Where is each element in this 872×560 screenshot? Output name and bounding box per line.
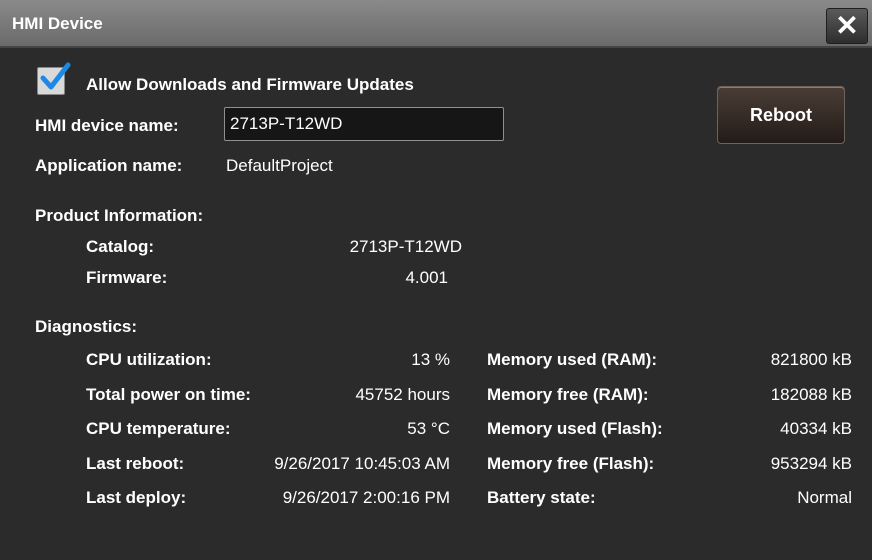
power-on-time-label: Total power on time: bbox=[86, 385, 251, 404]
cpu-utilization-value: 13 % bbox=[411, 350, 450, 369]
memory-used-flash-value: 40334 kB bbox=[780, 419, 852, 438]
battery-state-label: Battery state: bbox=[487, 488, 596, 507]
device-name-label: HMI device name: bbox=[35, 116, 179, 135]
allow-updates-checkbox[interactable] bbox=[37, 62, 71, 95]
memory-free-flash-value: 953294 kB bbox=[770, 454, 852, 473]
close-icon: ✕ bbox=[835, 10, 859, 41]
cpu-utilization-label: CPU utilization: bbox=[86, 350, 212, 369]
application-name-value: DefaultProject bbox=[226, 156, 333, 175]
memory-free-ram-value: 182088 kB bbox=[770, 385, 852, 404]
close-button[interactable]: ✕ bbox=[826, 8, 868, 44]
allow-updates-label: Allow Downloads and Firmware Updates bbox=[86, 75, 414, 94]
last-deploy-value: 9/26/2017 2:00:16 PM bbox=[282, 488, 450, 507]
catalog-value: 2713P-T12WD bbox=[349, 237, 462, 256]
memory-used-ram-label: Memory used (RAM): bbox=[487, 350, 658, 369]
memory-used-flash-label: Memory used (Flash): bbox=[487, 419, 663, 438]
last-deploy-label: Last deploy: bbox=[86, 488, 187, 507]
reboot-button[interactable]: Reboot bbox=[717, 86, 845, 144]
power-on-time-value: 45752 hours bbox=[355, 385, 450, 404]
firmware-value: 4.001 bbox=[405, 268, 448, 287]
cpu-temperature-label: CPU temperature: bbox=[86, 419, 231, 438]
product-info-heading: Product Information: bbox=[35, 206, 204, 225]
catalog-label: Catalog: bbox=[86, 237, 154, 256]
application-name-label: Application name: bbox=[35, 156, 183, 175]
memory-free-flash-label: Memory free (Flash): bbox=[487, 454, 655, 473]
memory-free-ram-label: Memory free (RAM): bbox=[487, 385, 649, 404]
window-titlebar: HMI Device ✕ bbox=[0, 0, 872, 48]
diagnostics-heading: Diagnostics: bbox=[35, 317, 138, 336]
cpu-temperature-value: 53 °C bbox=[407, 419, 450, 438]
window-title: HMI Device bbox=[12, 14, 103, 33]
last-reboot-label: Last reboot: bbox=[86, 454, 185, 473]
memory-used-ram-value: 821800 kB bbox=[770, 350, 852, 369]
battery-state-value: Normal bbox=[797, 488, 852, 507]
checkmark-icon bbox=[40, 62, 71, 90]
last-reboot-value: 9/26/2017 10:45:03 AM bbox=[274, 454, 450, 473]
firmware-label: Firmware: bbox=[86, 268, 168, 287]
device-name-input[interactable] bbox=[224, 107, 504, 141]
